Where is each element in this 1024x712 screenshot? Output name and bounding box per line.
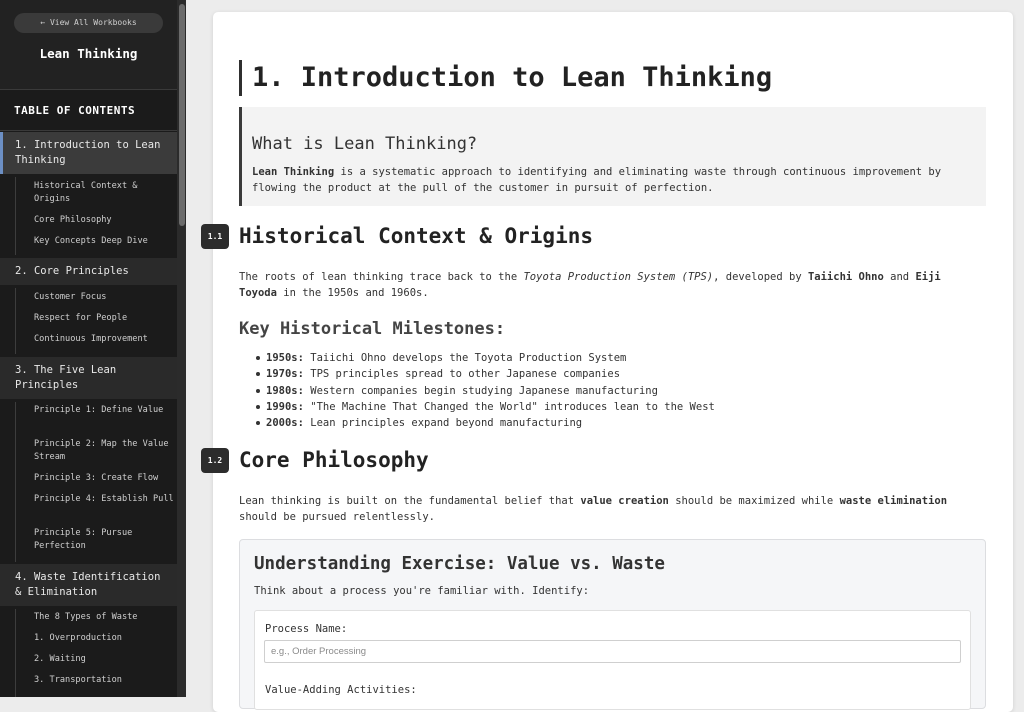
toc-section-label: 4. Waste Identification & Elimination — [15, 571, 161, 598]
sidebar-scroll-thumb[interactable] — [179, 4, 185, 226]
milestone-text: TPS principles spread to other Japanese … — [303, 368, 621, 381]
list-item: 1990s: "The Machine That Changed the Wor… — [256, 399, 715, 415]
callout-body: is a systematic approach to identifying … — [252, 166, 942, 194]
callout-text: Lean Thinking is a systematic approach t… — [252, 164, 972, 196]
text-run: should be pursued relentlessly. — [239, 511, 435, 523]
toc-section-label: 2. Core Principles — [15, 265, 129, 277]
milestone-year: 1980s: — [266, 384, 304, 397]
text-run-ohno: Taiichi Ohno — [807, 271, 884, 283]
text-run: The roots of lean thinking trace back to… — [239, 271, 524, 283]
milestone-text: Taiichi Ohno develops the Toyota Product… — [303, 352, 627, 364]
section-badge-1-1: 1.1 — [201, 224, 229, 249]
toc-divider — [0, 130, 177, 131]
section-heading-historical: Historical Context & Origins — [239, 224, 594, 248]
milestone-year: 1970s: — [266, 368, 304, 381]
toc-item-overproduction[interactable]: 1. Overproduction — [34, 632, 174, 645]
callout-term: Lean Thinking — [252, 166, 335, 178]
toc-section-label: 1. Introduction to Lean Thinking — [15, 139, 161, 166]
toc-title: TABLE OF CONTENTS — [14, 104, 136, 117]
toc-item-core-philosophy[interactable]: Core Philosophy — [34, 214, 174, 227]
toc-item-principle-5[interactable]: Principle 5: Pursue Perfection — [34, 527, 174, 553]
toc-section-core-principles[interactable]: 2. Core Principles — [0, 258, 177, 285]
toc-section-label: 3. The Five Lean Principles — [15, 364, 117, 391]
text-run: in the 1950s and 1960s. — [276, 287, 429, 299]
toc-item-historical-context[interactable]: Historical Context & Origins — [34, 180, 174, 206]
toc-rail — [15, 402, 16, 562]
section-heading-core-philosophy: Core Philosophy — [239, 448, 429, 472]
text-run-waste-elimination: waste elimination — [839, 495, 948, 507]
toc-item-waiting[interactable]: 2. Waiting — [34, 653, 174, 666]
milestone-year: 1950s: — [266, 352, 304, 364]
milestone-year: 1990s: — [266, 400, 304, 413]
milestones-heading: Key Historical Milestones: — [239, 319, 506, 339]
process-name-input[interactable] — [264, 640, 961, 663]
milestones-list: 1950s: Taiichi Ohno develops the Toyota … — [256, 350, 715, 431]
exercise-intro: Think about a process you're familiar wi… — [254, 585, 590, 597]
page-title: 1. Introduction to Lean Thinking — [239, 60, 772, 96]
toc-item-transportation[interactable]: 3. Transportation — [34, 674, 174, 687]
toc-section-five-principles[interactable]: 3. The Five Lean Principles — [0, 357, 177, 399]
milestone-text: "The Machine That Changed the World" int… — [303, 400, 715, 413]
sidebar-header: ← View All Workbooks Lean Thinking — [0, 0, 177, 90]
process-name-label: Process Name: — [265, 623, 348, 635]
workbook-title: Lean Thinking — [39, 46, 138, 61]
milestone-year: 2000s: — [266, 417, 304, 430]
list-item: 1980s: Western companies begin studying … — [256, 383, 715, 399]
list-item: 1950s: Taiichi Ohno develops the Toyota … — [256, 350, 715, 366]
toc-item-key-concepts[interactable]: Key Concepts Deep Dive — [34, 235, 174, 248]
text-run: , developed by — [713, 271, 808, 283]
text-run: should be maximized while — [668, 495, 840, 507]
callout-heading: What is Lean Thinking? — [252, 134, 478, 154]
toc-rail — [15, 288, 16, 354]
toc-item-continuous-improvement[interactable]: Continuous Improvement — [34, 333, 174, 346]
philosophy-paragraph: Lean thinking is built on the fundamenta… — [239, 493, 969, 525]
historical-paragraph: The roots of lean thinking trace back to… — [239, 269, 969, 301]
text-run-value-creation: value creation — [580, 495, 669, 507]
list-item: 1970s: TPS principles spread to other Ja… — [256, 366, 715, 382]
toc-item-respect-for-people[interactable]: Respect for People — [34, 312, 174, 325]
sidebar: ← View All Workbooks Lean Thinking TABLE… — [0, 0, 186, 697]
value-adding-label: Value-Adding Activities: — [265, 684, 417, 696]
toc-item-principle-1[interactable]: Principle 1: Define Value — [34, 404, 174, 417]
text-run-tps: Toyota Production System (TPS) — [523, 271, 714, 283]
toc-rail — [15, 177, 16, 255]
text-run: and — [883, 271, 916, 283]
view-all-workbooks-button[interactable]: ← View All Workbooks — [14, 13, 163, 33]
text-run: Lean thinking is built on the fundamenta… — [239, 495, 581, 507]
exercise-heading: Understanding Exercise: Value vs. Waste — [254, 554, 665, 574]
toc-item-customer-focus[interactable]: Customer Focus — [34, 291, 174, 304]
toc-item-principle-4[interactable]: Principle 4: Establish Pull — [34, 493, 174, 506]
toc-section-waste[interactable]: 4. Waste Identification & Elimination — [0, 564, 177, 606]
section-badge-1-2: 1.2 — [201, 448, 229, 473]
list-item: 2000s: Lean principles expand beyond man… — [256, 415, 715, 431]
milestone-text: Western companies begin studying Japanes… — [303, 384, 658, 397]
toc-item-principle-3[interactable]: Principle 3: Create Flow — [34, 472, 174, 485]
toc-item-principle-2[interactable]: Principle 2: Map the Value Stream — [34, 438, 174, 464]
milestone-text: Lean principles expand beyond manufactur… — [303, 417, 583, 430]
toc-section-introduction[interactable]: 1. Introduction to Lean Thinking — [0, 132, 177, 174]
toc-rail — [15, 609, 16, 697]
toc-item-8-types-of-waste[interactable]: The 8 Types of Waste — [34, 611, 174, 624]
